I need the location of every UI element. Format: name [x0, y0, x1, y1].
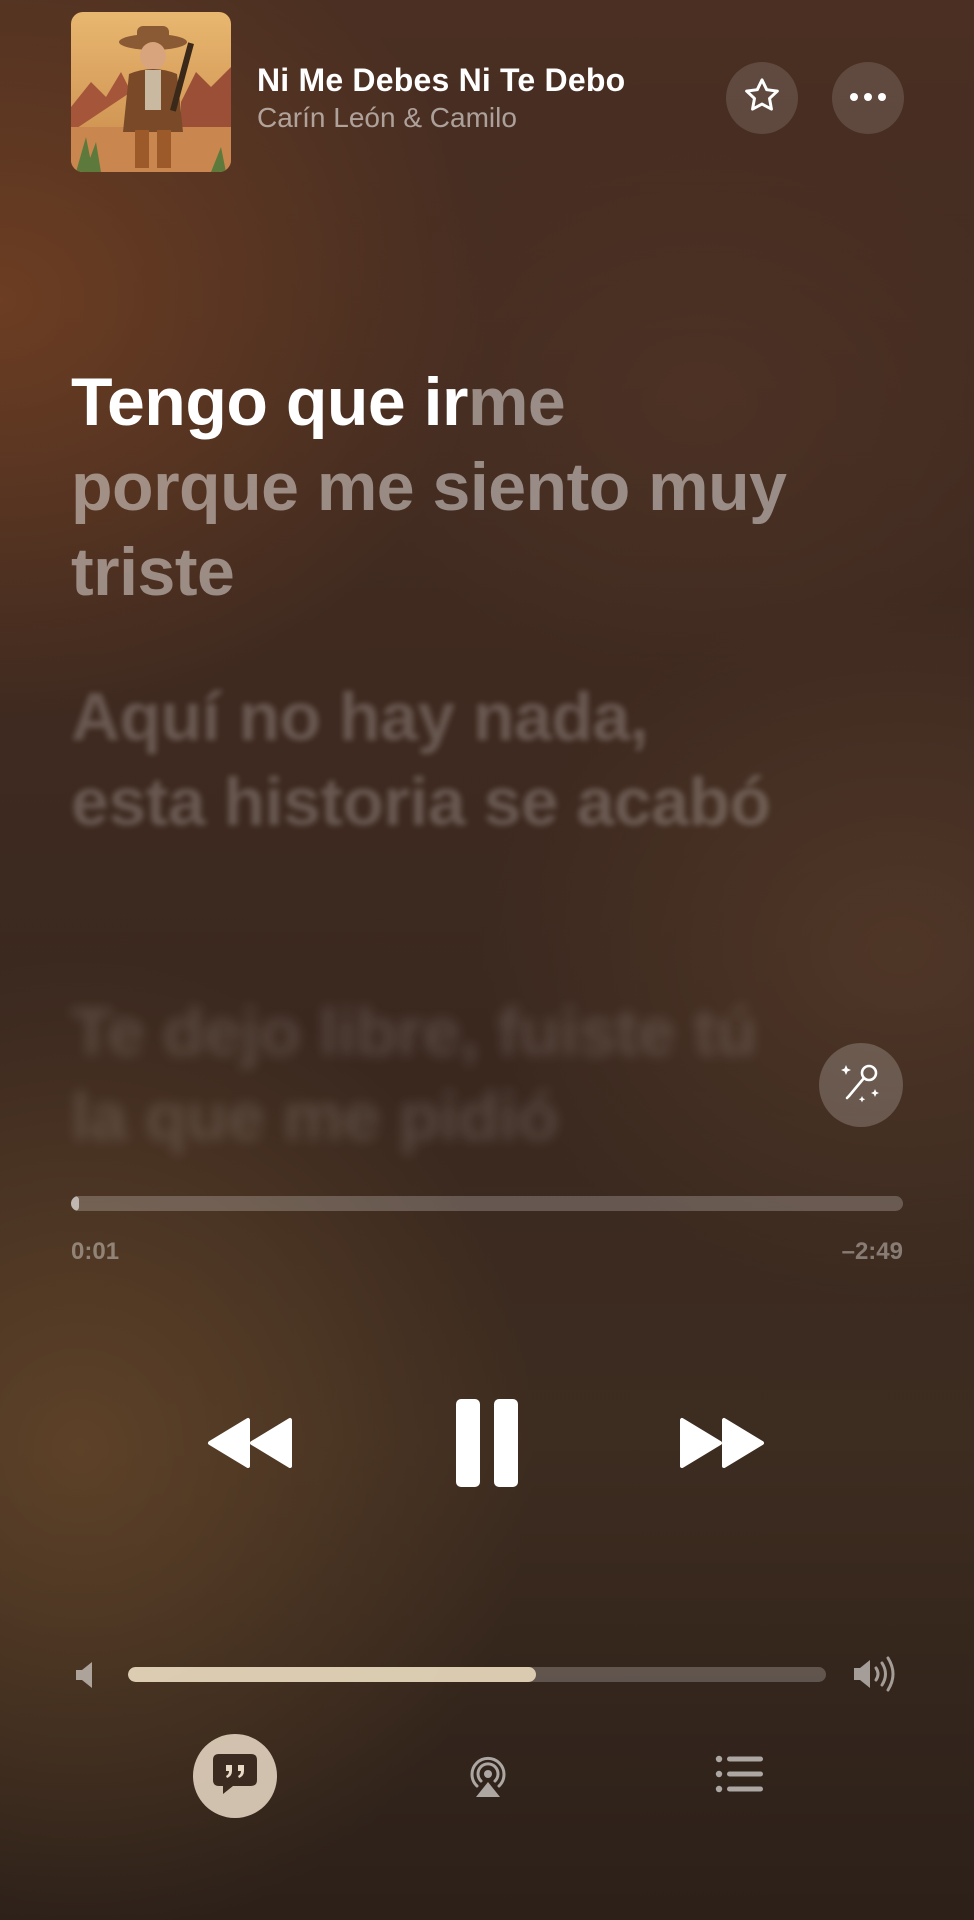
playback-progress-bar[interactable]	[71, 1196, 903, 1211]
lyrics-toggle-button[interactable]	[193, 1734, 277, 1818]
time-elapsed: 0:01	[71, 1238, 120, 1265]
ellipsis-icon	[848, 89, 888, 107]
sing-mode-button[interactable]	[819, 1043, 903, 1127]
song-artist[interactable]: Carín León & Camilo	[257, 102, 517, 134]
lyric-line-current[interactable]: Tengo que irme porque me siento muy tris…	[71, 360, 791, 615]
list-icon	[715, 1754, 765, 1799]
airplay-button[interactable]	[458, 1748, 518, 1806]
lyric-line-next[interactable]: Aquí no hay nada, esta historia se acabó	[71, 675, 791, 845]
fast-forward-icon	[676, 1416, 768, 1475]
favorite-button[interactable]	[726, 62, 798, 134]
volume-slider[interactable]	[128, 1667, 826, 1682]
star-outline-icon	[741, 75, 783, 122]
volume-low-icon	[74, 1660, 100, 1695]
volume-high-icon	[852, 1656, 898, 1697]
volume-level-fill	[128, 1667, 537, 1682]
lyric-sung-part: Tengo que ir	[71, 364, 468, 440]
queue-button[interactable]	[710, 1750, 770, 1802]
rewind-button[interactable]	[200, 1410, 300, 1480]
fast-forward-button[interactable]	[672, 1410, 772, 1480]
microphone-sparkle-icon	[837, 1059, 885, 1112]
song-title[interactable]: Ni Me Debes Ni Te Debo	[257, 62, 625, 99]
pause-button[interactable]	[447, 1395, 527, 1495]
lyric-line-later[interactable]: Te dejo libre, fuiste tú la que me pidió	[71, 990, 791, 1160]
time-remaining: –2:49	[841, 1238, 903, 1265]
playback-progress-fill	[71, 1196, 80, 1211]
quote-bubble-icon	[211, 1752, 259, 1801]
airplay-audio-icon	[463, 1750, 513, 1805]
pause-icon	[452, 1397, 522, 1494]
rewind-icon	[204, 1416, 296, 1475]
more-options-button[interactable]	[832, 62, 904, 134]
album-artwork[interactable]	[71, 12, 231, 172]
